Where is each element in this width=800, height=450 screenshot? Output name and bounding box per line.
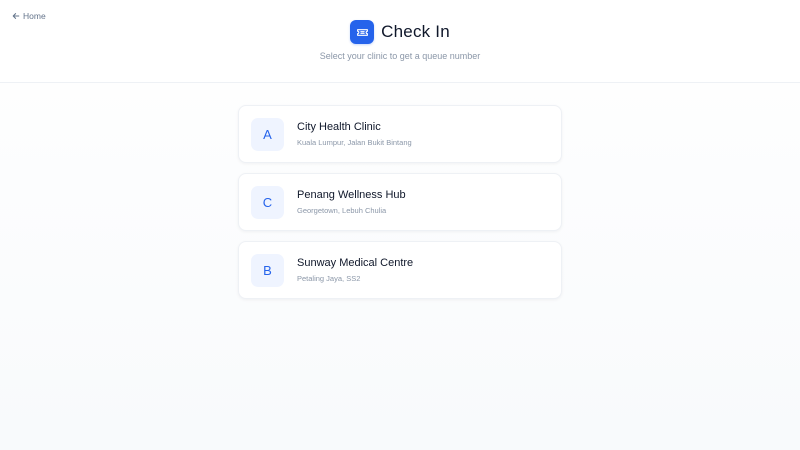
clinic-info: Penang Wellness Hub Georgetown, Lebuh Ch… — [297, 189, 406, 215]
clinic-info: Sunway Medical Centre Petaling Jaya, SS2 — [297, 257, 413, 283]
clinic-avatar: C — [251, 185, 284, 219]
clinic-avatar: B — [251, 253, 284, 287]
clinic-name: Sunway Medical Centre — [297, 257, 414, 269]
page-subtitle: Select your clinic to get a queue number — [319, 51, 481, 61]
clinic-info: City Health Clinic Kuala Lumpur, Jalan B… — [297, 121, 412, 147]
arrow-left-icon — [12, 13, 20, 19]
clinic-address: Kuala Lumpur, Jalan Bukit Bintang — [297, 138, 412, 147]
page-header: Home Check In Select your clinic to get … — [0, 0, 800, 83]
clinic-card-penang-wellness[interactable]: C Penang Wellness Hub Georgetown, Lebuh … — [238, 173, 562, 231]
clinic-card-sunway-medical[interactable]: B Sunway Medical Centre Petaling Jaya, S… — [238, 241, 562, 299]
clinic-name: Penang Wellness Hub — [297, 189, 406, 201]
page-title: Check In — [381, 22, 450, 41]
title-row: Check In — [0, 20, 800, 44]
clinic-name: City Health Clinic — [297, 121, 381, 133]
clinic-avatar: A — [251, 117, 284, 151]
ticket-icon — [350, 20, 375, 44]
clinic-card-city-health[interactable]: A City Health Clinic Kuala Lumpur, Jalan… — [238, 105, 562, 163]
clinic-list: A City Health Clinic Kuala Lumpur, Jalan… — [238, 105, 562, 309]
clinic-address: Petaling Jaya, SS2 — [297, 274, 361, 283]
clinic-address: Georgetown, Lebuh Chulia — [297, 206, 387, 215]
